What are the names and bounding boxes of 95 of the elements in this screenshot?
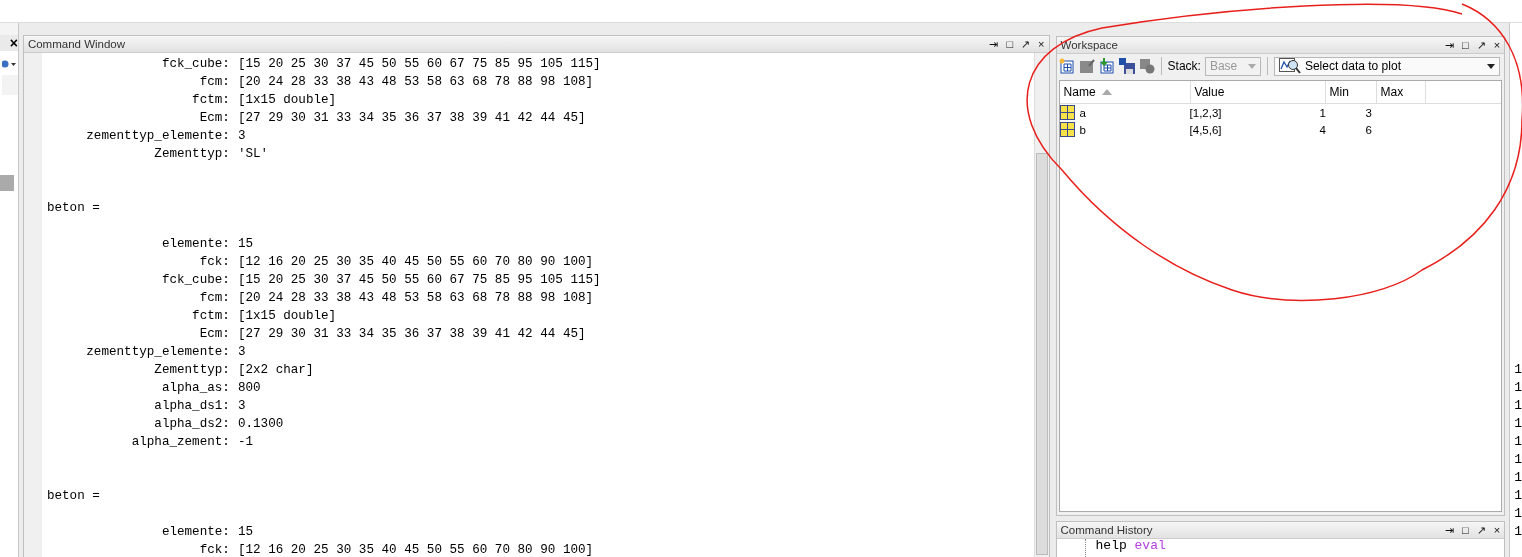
window-control[interactable]: ⇥ [1445,524,1455,536]
field-name: elemente: [160,236,230,253]
table-cell-text: 3 [1364,106,1373,119]
table-cell-text: [4,5,6] [1188,123,1223,136]
field-value: 800 [237,380,261,397]
table-cell: a [1079,106,1086,119]
field-name: fctm: [191,308,230,325]
window-control[interactable]: □ [1462,39,1469,51]
selection-highlight [0,175,14,191]
field-name: fck_cube: [160,272,230,289]
field-value: [20 24 28 33 38 43 48 53 58 63 68 78 88 98 108] [237,74,594,91]
window-control[interactable]: ↗ [1476,39,1486,51]
column-header[interactable]: Max [1376,81,1426,103]
field-name: Ecm: [198,326,230,343]
field-value: 'SL' [237,146,269,163]
field-value: [20 24 28 33 38 43 48 53 58 63 68 78 88 98 108] [237,290,594,307]
field-name: alpha_zement: [130,434,230,451]
field-name: fcm: [198,290,230,307]
window-control[interactable]: ⇥ [989,38,999,50]
field-name: alpha_ds1: [153,398,230,415]
line-number: 1 [1514,451,1522,469]
history-entry[interactable]: help eval [1095,539,1166,553]
field-value: [27 29 30 31 33 34 35 36 37 38 39 41 42 44 45] [237,326,586,343]
window-control[interactable]: □ [1462,524,1469,536]
table-cell-text: 6 [1364,123,1373,136]
window-control[interactable]: ↗ [1021,38,1031,50]
field-name: fcm: [198,74,230,91]
window-control[interactable]: ⇥ [1445,39,1455,51]
field-value: [12 16 20 25 30 35 40 45 50 55 60 70 80 90 100] [237,542,594,557]
field-value: [1x15 double] [237,92,337,109]
field-name: Zementtyp: [153,362,230,379]
field-name: Ecm: [198,110,230,127]
window-control[interactable]: × [1493,524,1501,536]
caret-icon [1486,63,1495,69]
variable-name: beton = [46,488,100,505]
field-name: elemente: [160,524,230,541]
panel-title: Command History [1060,524,1153,536]
field-name: alpha_ds2: [153,416,230,433]
line-number: 1 [1514,415,1522,433]
line-number: 1 [1514,361,1522,379]
field-name: fck_cube: [160,56,230,73]
line-number: 1 [1514,397,1522,415]
new-variable-icon[interactable] [1058,58,1075,74]
field-value: [27 29 30 31 33 34 35 36 37 38 39 41 42 44 45] [237,110,586,127]
field-value: [12 16 20 25 30 35 40 45 50 55 60 70 80 90 100] [237,254,594,271]
edit-icon[interactable] [1078,58,1095,74]
field-value: [15 20 25 30 37 45 50 55 60 67 75 85 95 105 115] [237,272,601,289]
scrollbar[interactable] [1033,53,1049,557]
variable-name: beton = [46,200,100,217]
field-name: alpha_as: [160,380,230,397]
line-number: 1 [1514,379,1522,397]
field-name: zementtyp_elemente: [85,344,230,361]
field-name: fck: [198,542,230,557]
column-header[interactable]: Min [1325,81,1377,103]
input-field[interactable] [1,75,18,95]
save-icon[interactable] [1118,58,1135,74]
table-cell-text: 4 [1318,123,1327,136]
field-name: fck: [198,254,230,271]
field-value: 3 [237,398,246,415]
window-control[interactable]: × [1493,39,1501,51]
field-name: Zementtyp: [153,146,230,163]
field-value: 15 [237,236,254,253]
field-value: [2x2 char] [237,362,314,379]
table-cell-text: [1,2,3] [1188,106,1223,119]
delete-icon[interactable] [1138,58,1155,74]
field-name: zementtyp_elemente: [85,128,230,145]
field-value: -1 [237,434,254,451]
field-value: 3 [237,128,246,145]
stack-label: Stack: [1167,59,1201,73]
table-cell: b [1079,123,1086,136]
line-number: 1 [1514,523,1522,541]
caret-icon [1247,63,1256,69]
line-number: 1 [1514,505,1522,523]
plot-icon [1278,57,1301,75]
plot-dropdown[interactable]: Select data to plot [1273,56,1500,76]
line-number: 1 [1514,487,1522,505]
matrix-icon [1059,122,1075,137]
window-control[interactable]: ↗ [1476,524,1486,536]
window-control[interactable]: □ [1006,38,1014,50]
panel-title: Workspace [1060,39,1118,51]
field-value: 15 [237,524,254,541]
panel-title: Command Window [27,38,126,50]
matrix-icon [1059,105,1075,120]
column-header[interactable]: Name [1059,81,1191,103]
import-icon[interactable] [1098,58,1115,74]
field-name: fctm: [191,92,230,109]
window-control[interactable]: × [1038,38,1045,50]
line-number: 1 [1514,433,1522,451]
field-value: [1x15 double] [237,308,337,325]
field-value: 0.1300 [237,416,284,433]
field-value: 3 [237,344,246,361]
column-header[interactable]: Value [1190,81,1326,103]
table-cell-text: 1 [1318,106,1327,119]
line-number: 1 [1514,469,1522,487]
field-value: [15 20 25 30 37 45 50 55 60 67 75 85 95 105 115] [237,56,601,73]
